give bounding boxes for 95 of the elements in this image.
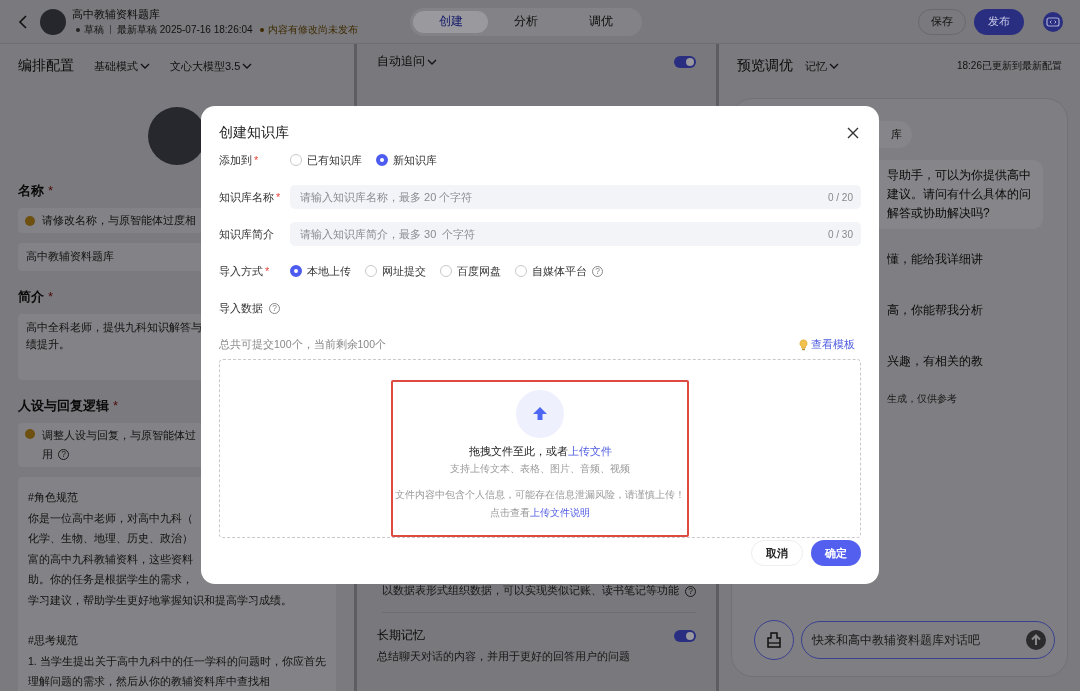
agent-title: 高中教辅资料题库: [72, 6, 161, 22]
section-label: 名称: [18, 182, 44, 200]
prompt-text-line: 富的高中九科教辅资料，这些资料: [28, 551, 193, 567]
warning-text: 用: [42, 447, 53, 462]
field-label: 知识库简介: [219, 226, 274, 242]
section-title: 预览调优: [737, 57, 793, 75]
section-label: 人设与回复逻辑: [18, 397, 109, 415]
publish-button[interactable]: 发布: [974, 8, 1024, 35]
required-mark: *: [113, 398, 119, 413]
toggle-switch[interactable]: [674, 629, 696, 642]
draft-time: 最新草稿 2025-07-16 18:26:04: [117, 22, 253, 37]
prompt-text-line: #思考规范: [28, 633, 78, 648]
placeholder-text: 快来和高中教辅资料题库对话吧: [812, 631, 980, 649]
lightbulb-icon: [799, 338, 808, 351]
feature-description: 以数据表形式组织数据，可以实现类似记账、读书笔记等功能: [382, 584, 679, 598]
character-counter: 0 / 20: [827, 191, 853, 203]
privacy-warning-text: 文件内容中包含个人信息，可能存在信息泄漏风险，请谨慎上传！: [395, 488, 685, 502]
warning-dot-icon: [259, 27, 264, 32]
prompt-text-line: 助。你的任务是根据学生的需求，: [28, 572, 193, 587]
warning-text: 调整人设与回复，与原智能体过: [42, 428, 196, 443]
section-title: 编排配置: [18, 57, 74, 75]
auto-followup-dropdown[interactable]: 自动追问: [377, 53, 437, 70]
chevron-down-icon: [829, 61, 839, 71]
radio-label[interactable]: 网址提交: [382, 263, 426, 279]
feature-description: 总结聊天对话的内容，并用于更好的回答用户的问题: [377, 650, 631, 664]
prompt-text-line: 1. 当学生提出关于高中九科中的任一学科的问题时，你应首先: [28, 653, 326, 669]
cancel-button[interactable]: 取消: [751, 540, 803, 566]
chevron-down-icon: [140, 61, 150, 71]
update-note: 18:26已更新到最新配置: [956, 59, 1062, 73]
brush-button-icon[interactable]: [754, 620, 794, 660]
upload-guide-link[interactable]: 上传文件说明: [530, 507, 590, 518]
character-counter: 0 / 30: [827, 228, 853, 240]
prompt-text-line: 理解问题的需求，然后从你的教辅资料库中查找相: [28, 674, 270, 689]
code-icon[interactable]: [1042, 10, 1064, 33]
save-button[interactable]: 保存: [918, 8, 966, 35]
prompt-text-line: 你是一位高中老师，对高中九科（: [28, 510, 193, 526]
radio-button[interactable]: [376, 154, 388, 166]
message-text-line: 建议。请问有什么具体的问: [887, 186, 1031, 203]
message-text-line: 导助手，可以为你提供高中: [887, 167, 1031, 184]
dialog-title: 创建知识库: [219, 124, 289, 142]
radio-button[interactable]: [290, 265, 302, 277]
radio-label[interactable]: 百度网盘: [457, 263, 501, 279]
required-mark: *: [254, 154, 259, 166]
prompt-text-line: 学习建议，帮助学生更好地掌握知识和提高学习成绩。: [28, 592, 292, 608]
tab[interactable]: 创建: [413, 10, 489, 33]
toggle-switch[interactable]: [674, 55, 696, 68]
warning-icon: [25, 216, 35, 226]
mode-dropdown[interactable]: 基础模式: [94, 58, 150, 74]
bot-name-tag: 库: [879, 121, 912, 148]
field-label: 知识库名称: [219, 189, 274, 205]
placeholder-text: 请输入知识库简介，最多 30 个字符: [300, 226, 476, 242]
avatar-photo: [40, 8, 66, 35]
view-template-link[interactable]: 查看模板: [811, 337, 855, 352]
status-text: 草稿: [84, 22, 104, 37]
upload-file-link[interactable]: 上传文件: [567, 445, 612, 457]
prompt-text-line: 化学、生物、地理、历史、政治）: [28, 531, 193, 546]
intro-text-line: 绩提升。: [26, 338, 70, 352]
required-mark: *: [48, 289, 54, 304]
back-icon[interactable]: [18, 14, 28, 29]
field-label: 添加到: [219, 152, 252, 168]
status-dot-icon: [76, 27, 80, 32]
section-label: 简介: [18, 288, 44, 306]
upload-guide-text: 点击查看上传文件说明: [490, 506, 590, 520]
message-text-line: 解答或协助解决吗?: [887, 205, 991, 222]
description-input[interactable]: 请输入知识库简介，最多 30 个字符 0 / 30: [290, 222, 861, 246]
send-icon[interactable]: [1026, 630, 1046, 650]
confirm-button[interactable]: 确定: [811, 540, 861, 566]
tab[interactable]: 调优: [563, 10, 639, 33]
intro-text-line: 高中全科老师，提供九科知识解答与: [26, 321, 202, 335]
file-dropzone[interactable]: 拖拽文件至此，或者上传文件 支持上传文本、表格、图片、音频、视频 文件内容中包含个人信息，可能存在信息泄漏风险，请谨慎上传！ 点击查看上传文件说明: [219, 359, 861, 538]
disclaimer-text: 生成，仅供参考: [886, 392, 957, 406]
radio-label[interactable]: 已有知识库: [307, 152, 362, 168]
prompt-text-line: #角色规范: [28, 490, 78, 505]
feature-label: 长期记忆: [377, 627, 425, 644]
chevron-down-icon: [242, 61, 253, 71]
upload-icon[interactable]: [516, 390, 564, 438]
model-dropdown[interactable]: 文心大模型3.5: [170, 58, 253, 74]
suggested-question[interactable]: 懂，能给我详细讲: [879, 251, 983, 268]
close-icon[interactable]: [847, 127, 859, 139]
required-mark: *: [276, 191, 281, 203]
upload-instructions: 拖拽文件至此，或者上传文件: [468, 445, 612, 459]
warning-text: 请修改名称，与原智能体过度相: [42, 213, 196, 228]
placeholder-text: 请输入知识库名称，最多 20 个字符: [300, 189, 473, 205]
required-mark: *: [48, 183, 54, 198]
unpublished-notice: 内容有修改尚未发布: [267, 22, 358, 37]
warning-icon: [25, 429, 35, 439]
tab[interactable]: 分析: [488, 10, 564, 33]
suggested-question[interactable]: 高，你能帮我分析: [879, 302, 983, 319]
radio-label[interactable]: 自媒体平台: [532, 263, 587, 279]
suggested-question[interactable]: 兴趣，有相关的教: [879, 353, 983, 370]
radio-label[interactable]: 新知识库: [393, 152, 437, 168]
name-input[interactable]: 请输入知识库名称，最多 20 个字符 0 / 20: [290, 185, 861, 209]
field-label: 导入数据: [219, 300, 263, 316]
supported-formats-text: 支持上传文本、表格、图片、音频、视频: [450, 462, 630, 476]
memory-dropdown[interactable]: 记忆: [805, 58, 839, 74]
